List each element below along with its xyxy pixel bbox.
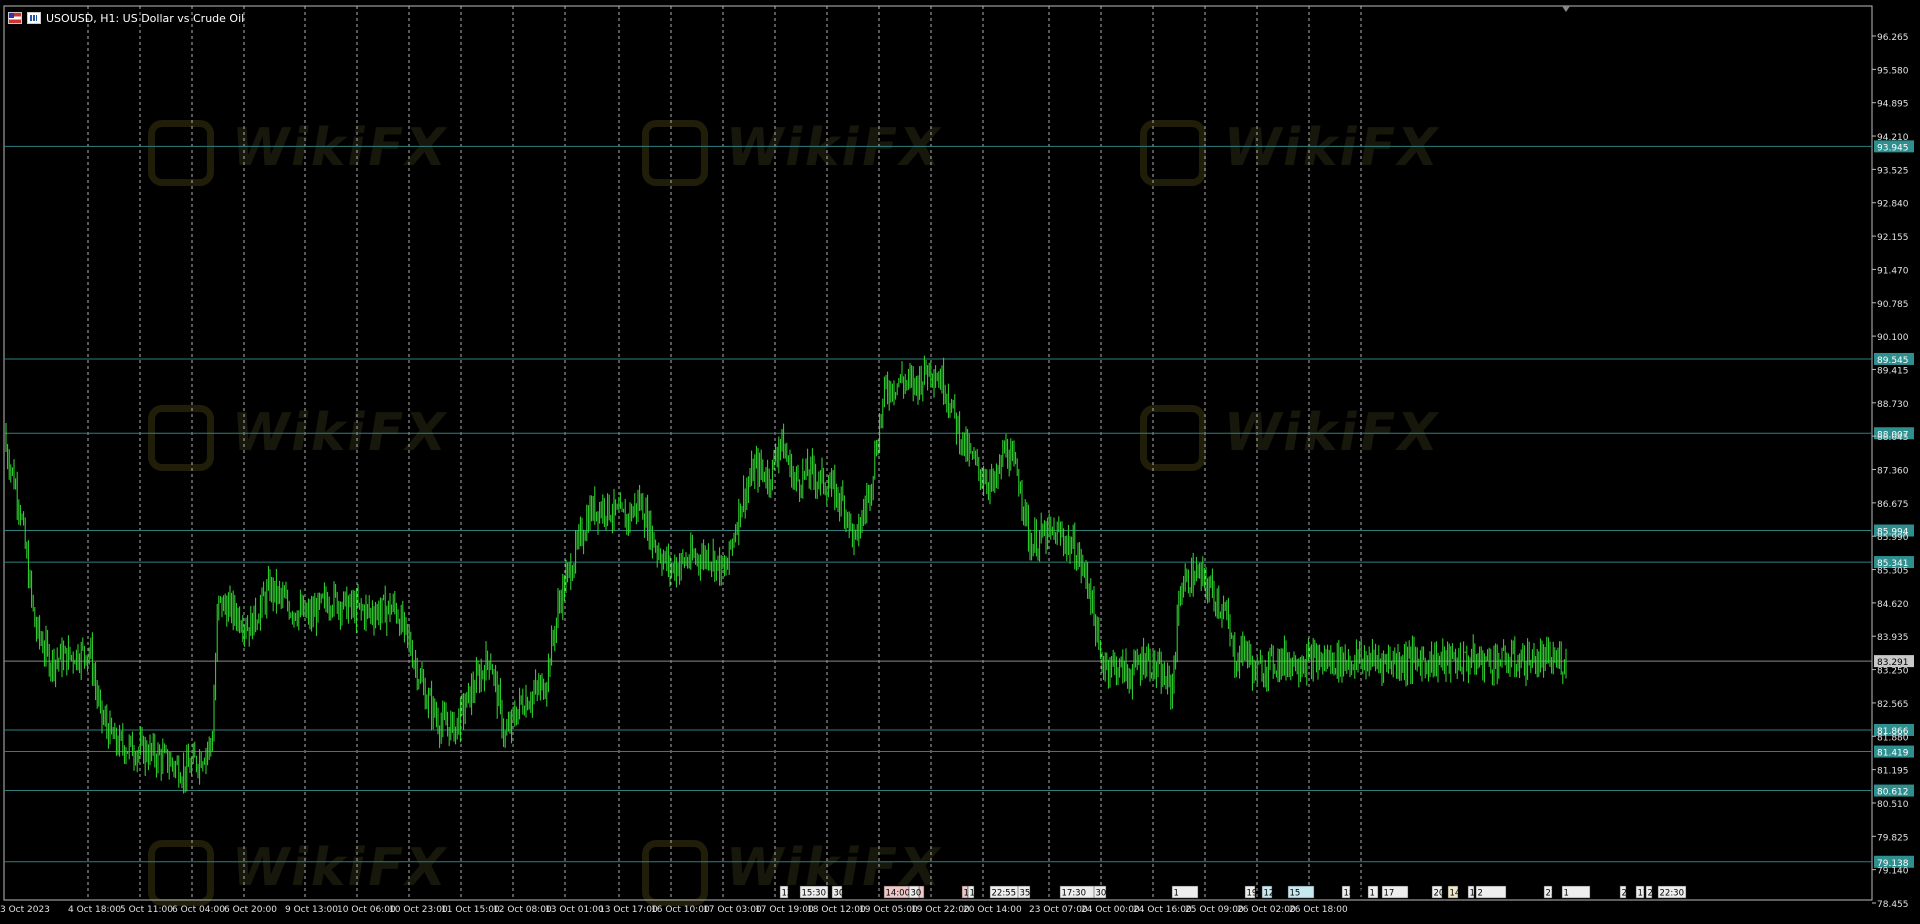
x-tick-label: 17 Oct 19:00 <box>755 905 814 915</box>
y-tick-label: 82.565 <box>1877 700 1909 710</box>
y-tick-label: 88.730 <box>1877 400 1909 410</box>
x-tick-label: 19 Oct 22:00 <box>911 905 970 915</box>
x-tick-label: 3 Oct 2023 <box>0 905 50 915</box>
y-tick-label: 95.580 <box>1877 66 1909 76</box>
x-tick-label: 16 Oct 10:00 <box>651 905 710 915</box>
event-marker-label: 17 <box>1384 889 1395 899</box>
plot-frame <box>3 5 1873 901</box>
y-tick-label: 94.895 <box>1877 100 1909 110</box>
x-tick-label: 18 Oct 12:00 <box>807 905 866 915</box>
x-tick-label: 9 Oct 13:00 <box>285 905 338 915</box>
event-marker-label: 14 <box>1450 889 1461 899</box>
event-marker-label: 15 <box>1290 889 1301 899</box>
x-tick-label: 25 Oct 09:00 <box>1185 905 1244 915</box>
y-tick-label: 78.455 <box>1877 900 1909 910</box>
symbol-label: USOUSD, H1: US Dollar vs Crude Oil <box>46 11 245 25</box>
y-tick-label: 80.510 <box>1877 800 1909 810</box>
y-tick-label: 89.415 <box>1877 366 1909 376</box>
y-tick-label: 86.675 <box>1877 500 1909 510</box>
y-tick-label: 83.935 <box>1877 633 1909 643</box>
price-level-label: 81.419 <box>1877 749 1909 759</box>
x-tick-label: 13 Oct 01:00 <box>545 905 604 915</box>
event-marker-label: 2 <box>1478 889 1483 899</box>
y-tick-label: 79.140 <box>1877 867 1909 877</box>
event-marker-label: 15:30 <box>802 889 827 899</box>
chart-header: USOUSD, H1: US Dollar vs Crude Oil <box>8 10 244 26</box>
y-tick-label: 84.620 <box>1877 600 1909 610</box>
event-marker-label: 1 <box>1564 889 1569 899</box>
chart-shift-icon[interactable] <box>1562 6 1570 12</box>
y-tick-label: 81.880 <box>1877 733 1909 743</box>
event-marker-label: 12 <box>782 889 793 899</box>
event-marker-label: 14:00 <box>886 889 911 899</box>
event-marker-label: 2 <box>1648 889 1653 899</box>
event-marker-label: 17:30 <box>1062 889 1087 899</box>
price-level-label: 89.545 <box>1877 356 1909 366</box>
x-tick-label: 17 Oct 03:00 <box>703 905 762 915</box>
x-tick-label: 12 Oct 08:00 <box>493 905 552 915</box>
bar-chart-icon[interactable] <box>27 12 41 24</box>
y-tick-label: 96.265 <box>1877 33 1909 43</box>
price-chart[interactable]: WikiFX WikiFX WikiFX WikiFX WikiFX WikiF… <box>0 0 1920 924</box>
event-marker-label: 35 <box>1020 889 1031 899</box>
x-tick-label: 13 Oct 17:00 <box>599 905 658 915</box>
x-tick-label: 5 Oct 11:00 <box>120 905 173 915</box>
y-tick-label: 83.250 <box>1877 667 1909 677</box>
y-tick-label: 81.195 <box>1877 767 1909 777</box>
y-tick-label: 92.155 <box>1877 233 1909 243</box>
y-tick-label: 90.785 <box>1877 300 1909 310</box>
us-flag-icon <box>8 12 22 24</box>
y-tick-label: 87.360 <box>1877 467 1909 477</box>
y-tick-label: 91.470 <box>1877 266 1909 276</box>
event-marker-label: 30 <box>1096 889 1107 899</box>
x-tick-label: 6 Oct 20:00 <box>224 905 277 915</box>
x-tick-label: 23 Oct 07:00 <box>1029 905 1088 915</box>
x-tick-label: 24 Oct 00:00 <box>1081 905 1140 915</box>
y-tick-label: 85.990 <box>1877 533 1909 543</box>
x-tick-label: 4 Oct 18:00 <box>68 905 121 915</box>
y-tick-label: 90.100 <box>1877 333 1909 343</box>
y-tick-label: 85.305 <box>1877 567 1909 577</box>
event-marker-label: 1 <box>970 889 975 899</box>
y-tick-label: 94.210 <box>1877 133 1909 143</box>
y-tick-label: 92.840 <box>1877 200 1909 210</box>
x-tick-label: 19 Oct 05:00 <box>859 905 918 915</box>
event-marker-label: 22:55 <box>992 889 1017 899</box>
y-tick-label: 93.525 <box>1877 166 1909 176</box>
event-marker-label: 22:30 <box>1660 889 1685 899</box>
x-tick-label: 11 Oct 15:00 <box>441 905 500 915</box>
event-marker-label: 1 <box>1174 889 1179 899</box>
event-marker-label: 18:30 <box>1344 889 1369 899</box>
event-marker-label: 30 <box>834 889 845 899</box>
price-level-label: 80.612 <box>1877 788 1909 798</box>
y-tick-label: 79.825 <box>1877 833 1909 843</box>
x-tick-label: 20 Oct 14:00 <box>963 905 1022 915</box>
chart-canvas[interactable]: 93.94589.54588.00785.99485.34181.86681.4… <box>0 0 1920 924</box>
x-tick-label: 10 Oct 23:00 <box>389 905 448 915</box>
x-tick-label: 6 Oct 04:00 <box>172 905 225 915</box>
y-tick-label: 88.045 <box>1877 433 1909 443</box>
x-tick-label: 24 Oct 16:00 <box>1133 905 1192 915</box>
x-tick-label: 26 Oct 02:00 <box>1237 905 1296 915</box>
event-marker-label: 1 <box>1370 889 1375 899</box>
event-marker-label: 12 <box>1264 889 1275 899</box>
x-tick-label: 10 Oct 06:00 <box>337 905 396 915</box>
price-level-label: 93.945 <box>1877 143 1909 153</box>
x-tick-label: 26 Oct 18:00 <box>1289 905 1348 915</box>
event-marker-label: 30 <box>911 889 922 899</box>
